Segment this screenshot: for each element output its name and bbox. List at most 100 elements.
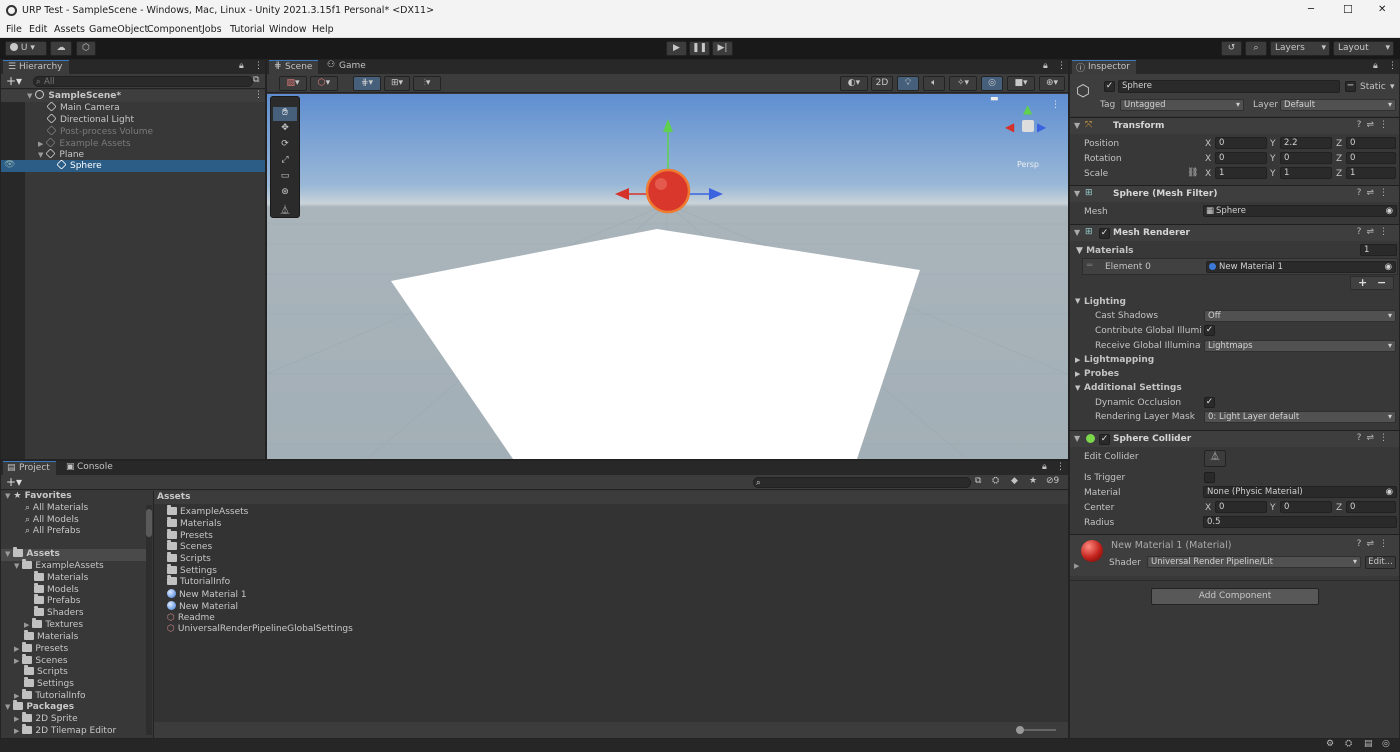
search-filter-icon[interactable]: ⧉: [253, 75, 259, 85]
menu-gameobject[interactable]: GameObject: [89, 24, 148, 35]
history-button[interactable]: ↺: [1221, 41, 1242, 56]
scale-tool-button[interactable]: ⤢: [273, 155, 297, 169]
folder-tree-item[interactable]: Scripts: [24, 665, 68, 677]
asset-item[interactable]: Materials: [167, 517, 221, 529]
layout-dropdown[interactable]: Layout ▾: [1333, 41, 1394, 56]
tab-hierarchy[interactable]: ☰ Hierarchy: [3, 60, 69, 74]
scale-z-field[interactable]: 1: [1346, 167, 1396, 179]
mesh-filter-header[interactable]: ▼ ⊞ Sphere (Mesh Filter) ?⇌⋮: [1070, 185, 1399, 202]
component-actions[interactable]: ?⇌⋮: [1357, 227, 1393, 237]
add-element-button[interactable]: +: [1358, 276, 1367, 289]
render-mode-button[interactable]: ◐▾: [840, 76, 868, 91]
tab-project[interactable]: ▤ Project: [3, 461, 56, 475]
audio-toggle-button[interactable]: 🔈︎: [923, 76, 945, 91]
static-dropdown-arrow-icon[interactable]: ▾: [1390, 82, 1395, 92]
hierarchy-search-input[interactable]: ⌕ All: [33, 76, 253, 87]
edit-shader-button[interactable]: Edit...: [1365, 556, 1396, 569]
mesh-renderer-enabled-checkbox[interactable]: ✓: [1099, 228, 1110, 239]
viewport-more-icon[interactable]: ⋮: [1051, 100, 1060, 110]
additional-settings-foldout[interactable]: Additional Settings: [1084, 383, 1182, 393]
scene-menu-icon[interactable]: ⋮: [254, 90, 263, 100]
kebab-menu-icon[interactable]: ⋮: [1057, 61, 1066, 71]
menu-component[interactable]: Component: [147, 24, 202, 35]
probes-foldout[interactable]: Probes: [1084, 369, 1119, 379]
hierarchy-item[interactable]: Directional Light: [46, 113, 134, 125]
gizmos-button[interactable]: ⊕▾: [1039, 76, 1065, 91]
camera-button[interactable]: ■▾: [1007, 76, 1035, 91]
element0-material-field[interactable]: New Material 1 ◉: [1206, 261, 1396, 273]
dynamic-occlusion-checkbox[interactable]: ✓: [1204, 397, 1215, 408]
scale-y-field[interactable]: 1: [1280, 167, 1332, 179]
transform-header[interactable]: ▼ ⤧ Transform ?⇌⋮: [1070, 117, 1399, 134]
folder-tree-item[interactable]: Prefabs: [34, 594, 80, 606]
rotation-z-field[interactable]: 0: [1346, 152, 1396, 164]
rect-tool-button[interactable]: ▭: [273, 171, 297, 185]
shader-dropdown[interactable]: Universal Render Pipeline/Lit: [1147, 556, 1361, 568]
receive-gi-dropdown[interactable]: Lightmaps: [1204, 340, 1396, 352]
object-name-input[interactable]: Sphere: [1118, 80, 1340, 93]
step-button[interactable]: ▶|: [712, 41, 733, 56]
pause-button[interactable]: ❚❚: [689, 41, 710, 56]
hierarchy-item[interactable]: Main Camera: [46, 101, 120, 113]
add-component-button[interactable]: Add Component: [1151, 588, 1319, 605]
position-z-field[interactable]: 0: [1346, 137, 1396, 149]
collider-enabled-checkbox[interactable]: ✓: [1099, 434, 1110, 445]
rotation-y-field[interactable]: 0: [1280, 152, 1332, 164]
tab-console[interactable]: ▣ Console: [61, 461, 119, 475]
grid-toggle-button[interactable]: ⋕▾: [353, 76, 381, 91]
move-tool-button[interactable]: ✥: [273, 123, 297, 137]
radius-field[interactable]: 0.5: [1203, 516, 1397, 528]
position-y-field[interactable]: 2.2: [1280, 137, 1332, 149]
packages-header[interactable]: ▼ Packages: [5, 700, 74, 712]
label-tag-icon[interactable]: ◆: [1011, 476, 1018, 486]
breadcrumb-assets[interactable]: Assets: [157, 492, 190, 502]
add-object-button[interactable]: +▾: [6, 74, 22, 88]
menu-jobs[interactable]: Jobs: [202, 24, 222, 35]
search-button[interactable]: ⌕: [1245, 41, 1267, 56]
favorite-item[interactable]: ⌕ All Materials: [25, 503, 88, 513]
collider-material-field[interactable]: None (Physic Material) ◉: [1203, 486, 1397, 498]
search-by-label-icon[interactable]: ⛭: [992, 476, 999, 486]
close-button[interactable]: ✕: [1378, 4, 1386, 15]
tag-dropdown[interactable]: Untagged: [1120, 99, 1244, 111]
asset-item[interactable]: ⬡ Readme: [167, 613, 215, 623]
hierarchy-item[interactable]: ▼ Plane: [38, 148, 84, 160]
lighting-foldout[interactable]: Lighting: [1084, 297, 1126, 307]
asset-item[interactable]: ⬡ UniversalRenderPipelineGlobalSettings: [167, 624, 353, 634]
menu-edit[interactable]: Edit: [29, 24, 47, 35]
folder-tree-item[interactable]: Models: [34, 583, 79, 595]
scale-x-field[interactable]: 1: [1215, 167, 1267, 179]
project-search-input[interactable]: ⌕: [753, 477, 971, 488]
lightmapping-foldout[interactable]: Lightmapping: [1084, 355, 1154, 365]
rotate-tool-button[interactable]: ⟳: [273, 139, 297, 153]
layers-dropdown[interactable]: Layers ▾: [1270, 41, 1330, 56]
slider-thumb[interactable]: [1016, 726, 1024, 734]
hand-tool-button[interactable]: ✋︎: [273, 107, 297, 121]
object-picker-icon[interactable]: ◉: [1385, 262, 1392, 272]
active-checkbox[interactable]: ✓: [1104, 81, 1115, 92]
maximize-button[interactable]: ☐: [1343, 3, 1353, 16]
remove-element-button[interactable]: −: [1377, 276, 1386, 289]
icon-size-slider[interactable]: [1016, 726, 1056, 734]
center-x-field[interactable]: 0: [1215, 501, 1267, 513]
scrollbar-thumb[interactable]: [146, 509, 152, 537]
folder-tree-item[interactable]: Settings: [24, 677, 74, 689]
menu-help[interactable]: Help: [312, 24, 334, 35]
asset-item[interactable]: Presets: [167, 529, 213, 541]
folder-tree-item[interactable]: Materials: [24, 630, 78, 642]
mesh-object-field[interactable]: ▦ Sphere ◉: [1203, 205, 1397, 217]
folder-tree-item[interactable]: ▶ Presets: [14, 642, 68, 654]
asset-item[interactable]: TutorialInfo: [167, 575, 230, 587]
position-x-field[interactable]: 0: [1215, 137, 1267, 149]
fold-arrow-icon[interactable]: ▶: [1074, 562, 1079, 570]
maximize-icon[interactable]: 🔒︎: [1043, 61, 1048, 71]
component-actions[interactable]: ?⇌⋮: [1357, 539, 1393, 549]
folder-tree-item[interactable]: ▼ ExampleAssets: [14, 559, 104, 571]
debug-mode-icon[interactable]: ◎: [1382, 739, 1390, 749]
cache-server-icon[interactable]: ▤: [1364, 739, 1373, 749]
visibility-button[interactable]: ◎: [981, 76, 1003, 91]
materials-count-field[interactable]: 1: [1360, 244, 1397, 256]
favorites-header[interactable]: ▼ ★ Favorites: [5, 491, 72, 501]
constrain-proportions-icon[interactable]: ⛓: [1187, 168, 1198, 178]
menu-tutorial[interactable]: Tutorial: [230, 24, 265, 35]
